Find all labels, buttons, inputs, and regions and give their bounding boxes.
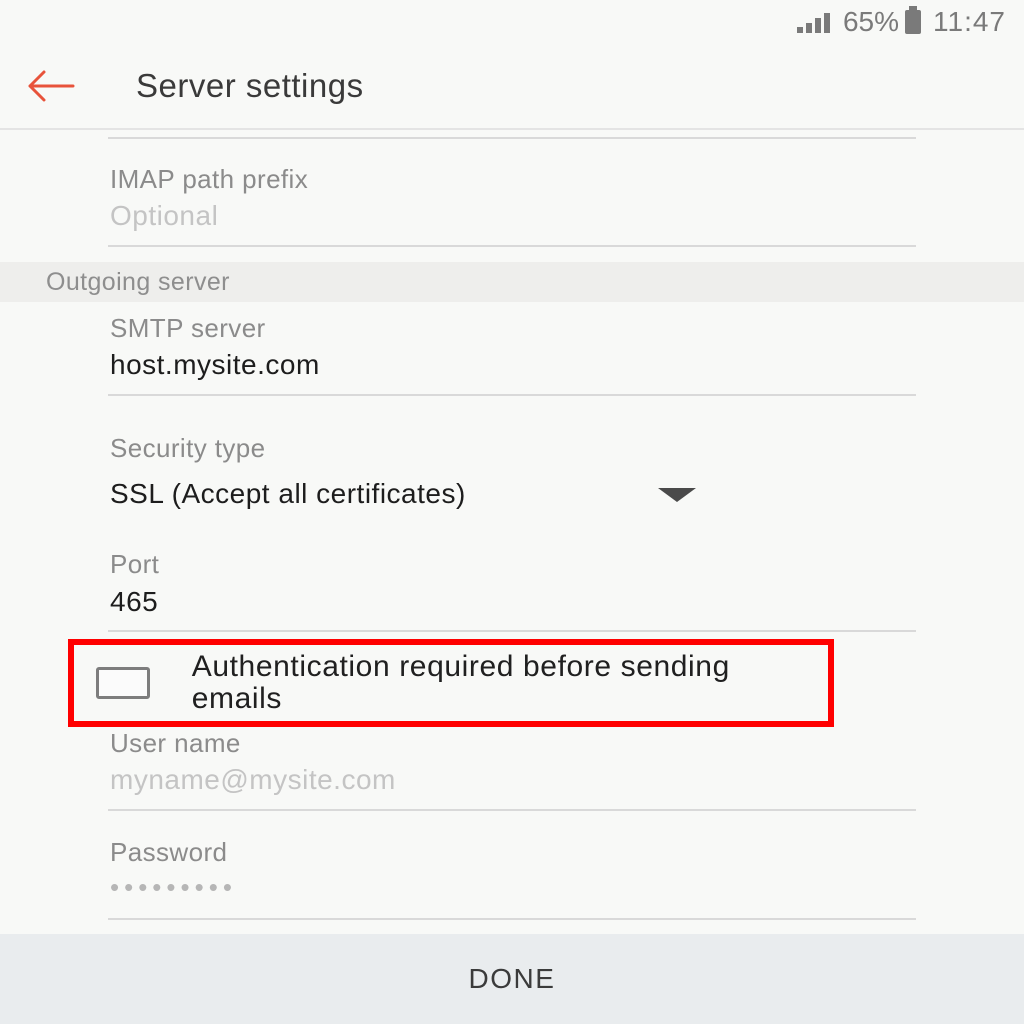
- password-input[interactable]: •••••••••: [110, 872, 237, 903]
- clock: 11:47: [933, 6, 1006, 37]
- outgoing-server-header: Outgoing server: [0, 262, 1024, 302]
- security-type-dropdown[interactable]: SSL (Accept all certificates): [110, 478, 466, 510]
- user-name-input[interactable]: myname@mysite.com: [110, 764, 396, 796]
- smtp-server-input[interactable]: host.mysite.com: [110, 349, 320, 381]
- battery-icon: [905, 6, 921, 34]
- back-button[interactable]: [0, 44, 100, 128]
- security-type-label: Security type: [110, 433, 266, 463]
- port-input[interactable]: 465: [110, 586, 158, 618]
- field-divider: [108, 137, 916, 139]
- imap-path-prefix-input[interactable]: Optional: [110, 200, 218, 232]
- port-label: Port: [110, 549, 160, 579]
- page-title: Server settings: [136, 67, 364, 104]
- password-divider: [108, 918, 916, 920]
- authentication-label: Authentication required before sending e…: [191, 650, 730, 715]
- signal-icon: [796, 11, 833, 33]
- battery-percent: 65%: [842, 6, 899, 37]
- back-arrow-icon: [28, 70, 75, 102]
- imap-path-prefix-divider: [108, 245, 916, 247]
- password-label: Password: [110, 837, 228, 867]
- user-name-label: User name: [110, 728, 241, 758]
- user-name-divider: [108, 809, 916, 811]
- app-bar-divider: [0, 128, 1024, 130]
- port-divider: [108, 630, 916, 632]
- authentication-checkbox[interactable]: [96, 667, 150, 699]
- smtp-server-label: SMTP server: [110, 313, 266, 343]
- status-bar: 65% 11:47: [0, 0, 1024, 44]
- dropdown-arrow-icon[interactable]: [658, 488, 696, 502]
- done-button[interactable]: DONE: [0, 934, 1024, 1024]
- authentication-required-checkbox-row[interactable]: Authentication required before sending e…: [68, 639, 834, 727]
- imap-path-prefix-label: IMAP path prefix: [110, 164, 309, 194]
- app-bar: Server settings: [0, 44, 1024, 128]
- smtp-server-divider: [108, 394, 916, 396]
